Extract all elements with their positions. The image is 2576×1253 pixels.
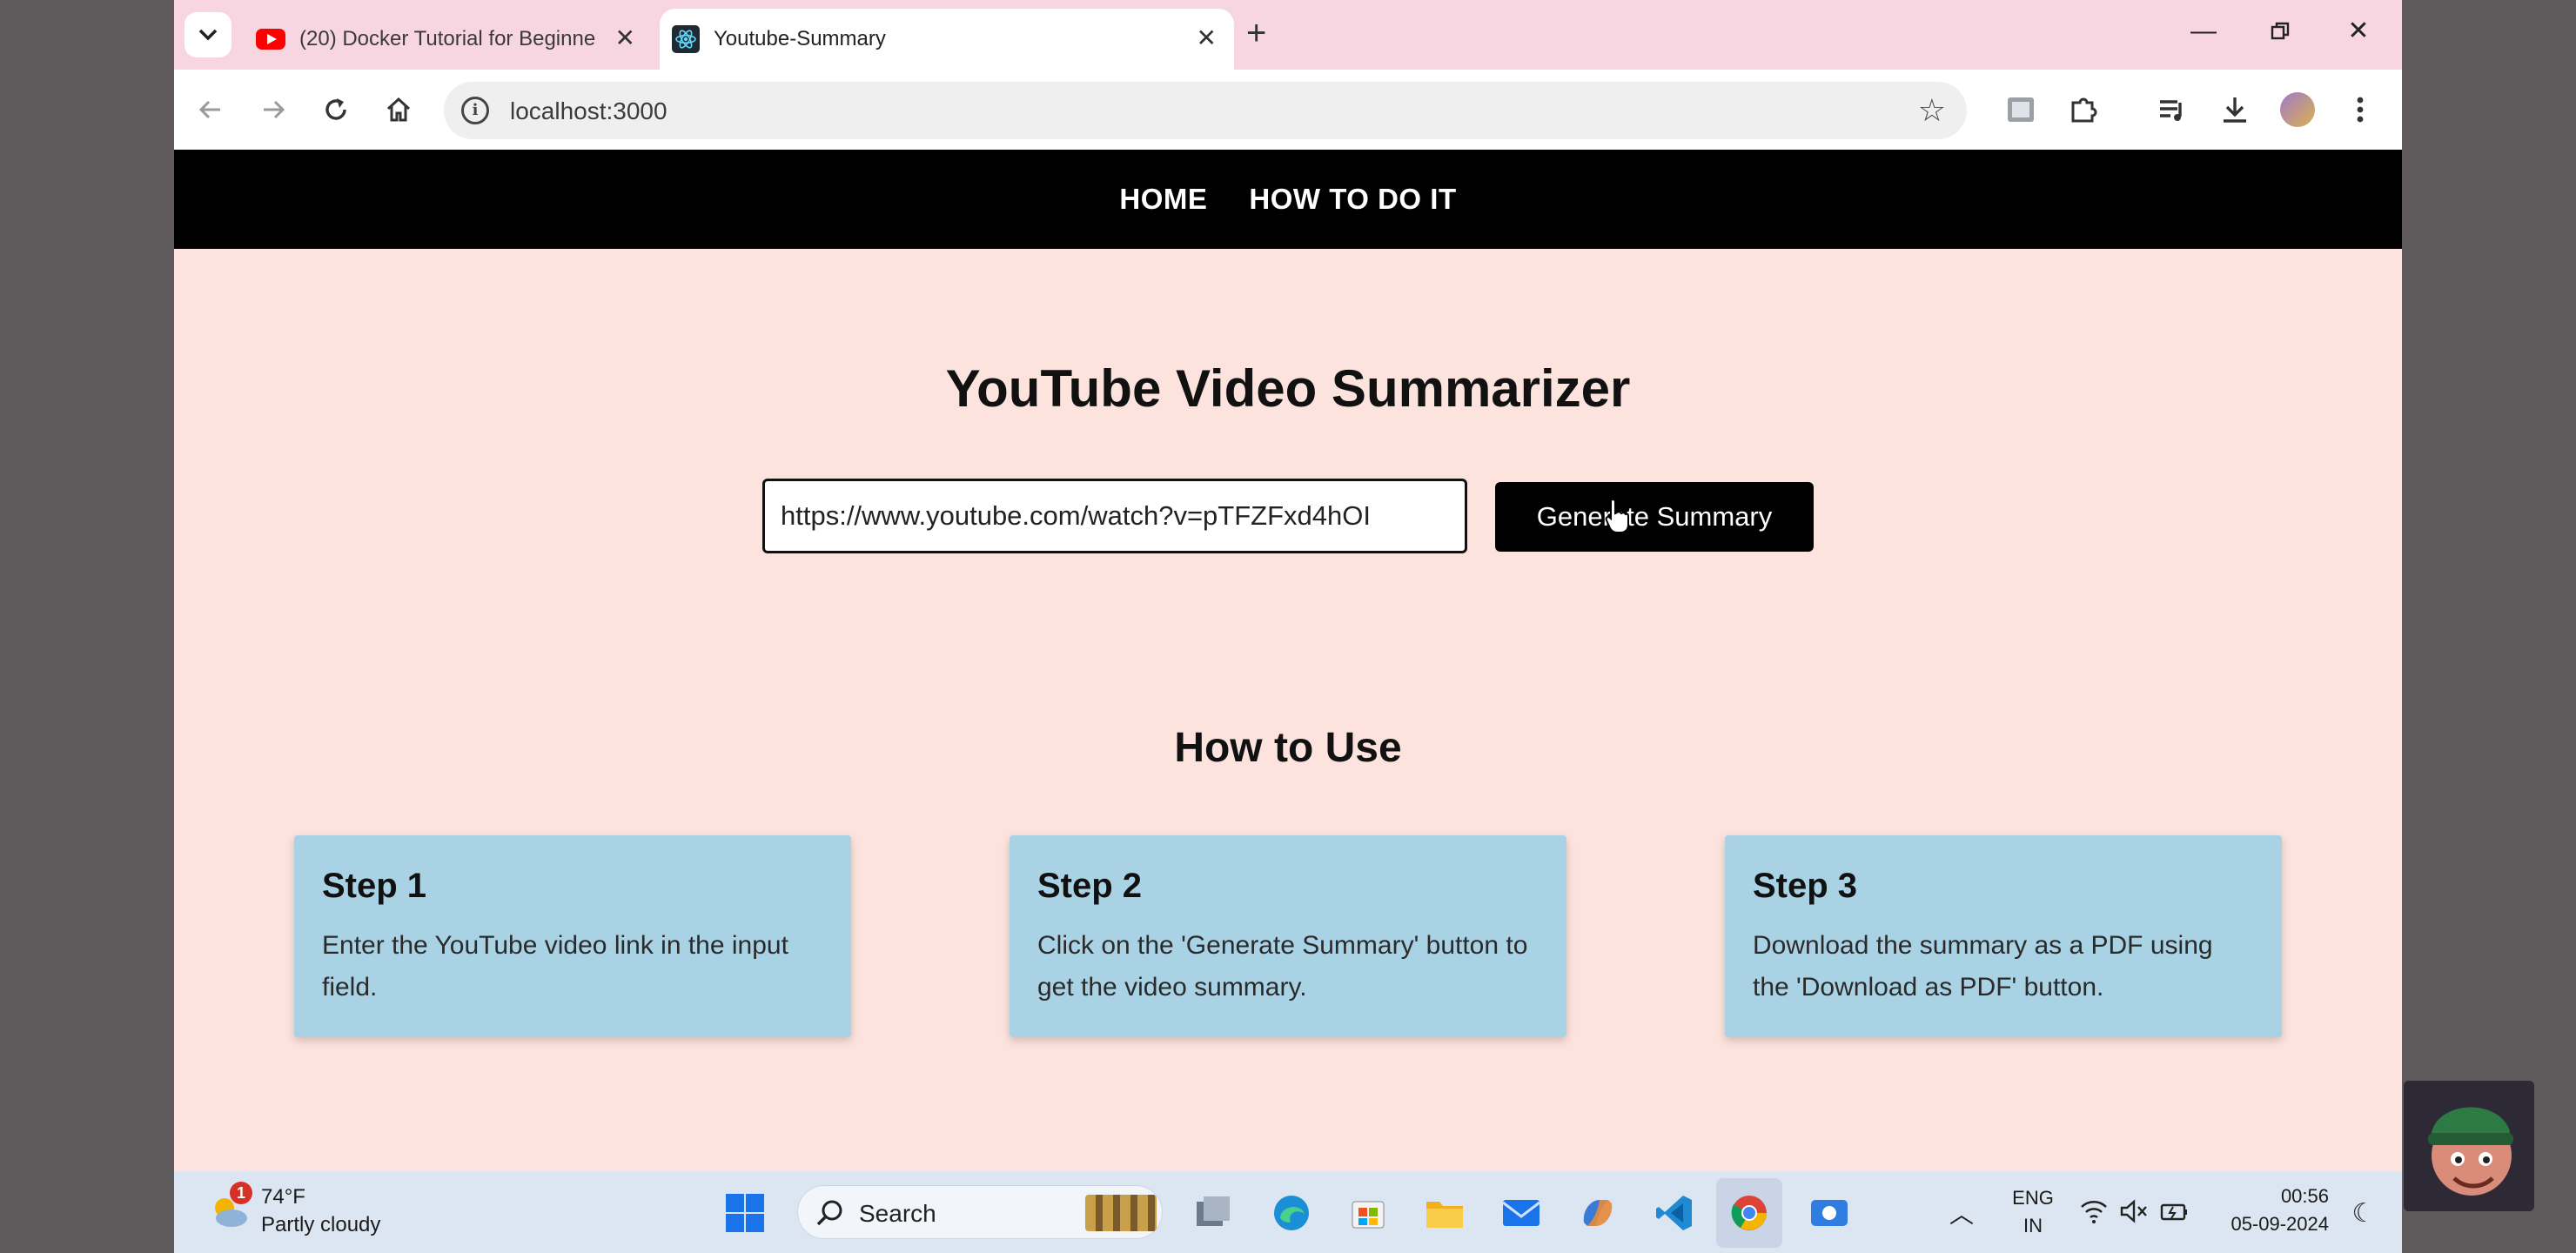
vscode-icon[interactable] bbox=[1650, 1189, 1699, 1237]
minimize-icon[interactable]: — bbox=[2177, 12, 2230, 50]
site-navbar: HOME HOW TO DO IT bbox=[174, 150, 2402, 249]
tab-search-button[interactable] bbox=[184, 12, 231, 57]
edge-browser-icon[interactable] bbox=[1267, 1189, 1316, 1237]
nav-howto-link[interactable]: HOW TO DO IT bbox=[1249, 183, 1456, 216]
clock-date[interactable]: 05-09-2024 bbox=[2216, 1213, 2329, 1236]
restore-icon[interactable] bbox=[2254, 12, 2306, 53]
address-bar[interactable]: i localhost:3000 ☆ bbox=[444, 82, 1967, 139]
search-icon bbox=[816, 1200, 842, 1226]
close-window-icon[interactable]: ✕ bbox=[2332, 12, 2385, 50]
tab-title: Youtube-Summary bbox=[714, 27, 886, 50]
youtube-icon bbox=[256, 29, 285, 50]
wifi-icon[interactable] bbox=[2076, 1194, 2111, 1229]
page-title: YouTube Video Summarizer bbox=[945, 359, 1631, 418]
mail-icon[interactable] bbox=[1497, 1189, 1546, 1237]
how-to-use-heading: How to Use bbox=[1174, 725, 1402, 771]
step-title: Step 3 bbox=[1753, 867, 1858, 905]
step-description: Enter the YouTube video link in the inpu… bbox=[322, 931, 788, 1002]
kebab-menu-icon[interactable] bbox=[2339, 89, 2381, 131]
tab-docker-tutorial[interactable]: (20) Docker Tutorial for Beginners ✕ bbox=[244, 9, 653, 70]
volume-muted-icon[interactable] bbox=[2116, 1194, 2151, 1229]
copilot-icon[interactable] bbox=[1573, 1189, 1622, 1237]
focus-moon-icon[interactable]: ☾ bbox=[2346, 1196, 2381, 1230]
weather-badge: 1 bbox=[230, 1182, 252, 1204]
chevron-up-icon[interactable]: ︿ bbox=[1944, 1196, 1979, 1230]
step-card-1: Step 1 Enter the YouTube video link in t… bbox=[294, 835, 851, 1037]
task-view-icon[interactable] bbox=[1189, 1189, 1238, 1237]
page-content: HOME HOW TO DO IT YouTube Video Summariz… bbox=[174, 150, 2402, 1171]
step-card-2: Step 2 Click on the 'Generate Summary' b… bbox=[1010, 835, 1566, 1037]
home-icon[interactable] bbox=[379, 90, 418, 129]
extensions-puzzle-icon[interactable] bbox=[2063, 89, 2104, 131]
reload-icon[interactable] bbox=[317, 90, 355, 129]
back-icon[interactable] bbox=[191, 90, 230, 129]
nav-home-link[interactable]: HOME bbox=[1119, 183, 1207, 216]
forward-icon[interactable] bbox=[254, 90, 292, 129]
new-tab-button[interactable]: + bbox=[1246, 16, 1266, 50]
clock-time[interactable]: 00:56 bbox=[2216, 1185, 2329, 1208]
windows-start-icon[interactable] bbox=[721, 1189, 769, 1237]
close-icon[interactable]: ✕ bbox=[1197, 26, 1217, 50]
windows-taskbar: 1 74°F Partly cloudy Search ︿ ENG IN 00:… bbox=[174, 1171, 2402, 1253]
browser-toolbar: i localhost:3000 ☆ bbox=[174, 70, 2402, 150]
bookmark-star-icon[interactable]: ☆ bbox=[1918, 92, 1946, 129]
close-icon[interactable]: ✕ bbox=[615, 26, 635, 50]
step-description: Download the summary as a PDF using the … bbox=[1753, 931, 2213, 1002]
site-info-icon[interactable]: i bbox=[461, 97, 489, 124]
extension-photo-icon[interactable] bbox=[2000, 89, 2042, 131]
media-control-icon[interactable] bbox=[2151, 89, 2193, 131]
search-label: Search bbox=[859, 1200, 936, 1227]
react-icon bbox=[672, 25, 700, 53]
taskbar-search[interactable]: Search bbox=[797, 1185, 1163, 1239]
chrome-icon[interactable] bbox=[1716, 1178, 1782, 1248]
step-card-3: Step 3 Download the summary as a PDF usi… bbox=[1725, 835, 2282, 1037]
search-highlight-image bbox=[1085, 1195, 1157, 1231]
hand-cursor-icon bbox=[1605, 498, 1629, 533]
youtube-url-input[interactable] bbox=[762, 479, 1467, 553]
battery-icon[interactable] bbox=[2157, 1194, 2191, 1229]
tab-strip: (20) Docker Tutorial for Beginners ✕ You… bbox=[174, 0, 2402, 70]
tab-title: (20) Docker Tutorial for Beginners bbox=[299, 27, 595, 50]
chevron-down-icon bbox=[198, 29, 218, 41]
download-icon[interactable] bbox=[2214, 89, 2256, 131]
language-indicator[interactable]: ENG bbox=[2007, 1187, 2059, 1209]
file-explorer-icon[interactable] bbox=[1420, 1189, 1469, 1237]
tab-youtube-summary[interactable]: Youtube-Summary ✕ bbox=[660, 9, 1234, 70]
step-description: Click on the 'Generate Summary' button t… bbox=[1037, 931, 1528, 1002]
screen-capture-icon[interactable] bbox=[1805, 1189, 1854, 1237]
step-title: Step 2 bbox=[1037, 867, 1143, 905]
streamer-avatar-image bbox=[2404, 1081, 2534, 1211]
address-text: localhost:3000 bbox=[510, 97, 667, 124]
browser-window: (20) Docker Tutorial for Beginners ✕ You… bbox=[174, 0, 2402, 1253]
weather-description: Partly cloudy bbox=[261, 1213, 381, 1236]
weather-temperature: 74°F bbox=[261, 1185, 305, 1209]
language-region: IN bbox=[2023, 1215, 2043, 1236]
profile-avatar[interactable] bbox=[2277, 89, 2318, 131]
microsoft-store-icon[interactable] bbox=[1344, 1189, 1392, 1237]
step-title: Step 1 bbox=[322, 867, 427, 905]
generate-summary-button[interactable]: Generate Summary bbox=[1495, 482, 1814, 552]
